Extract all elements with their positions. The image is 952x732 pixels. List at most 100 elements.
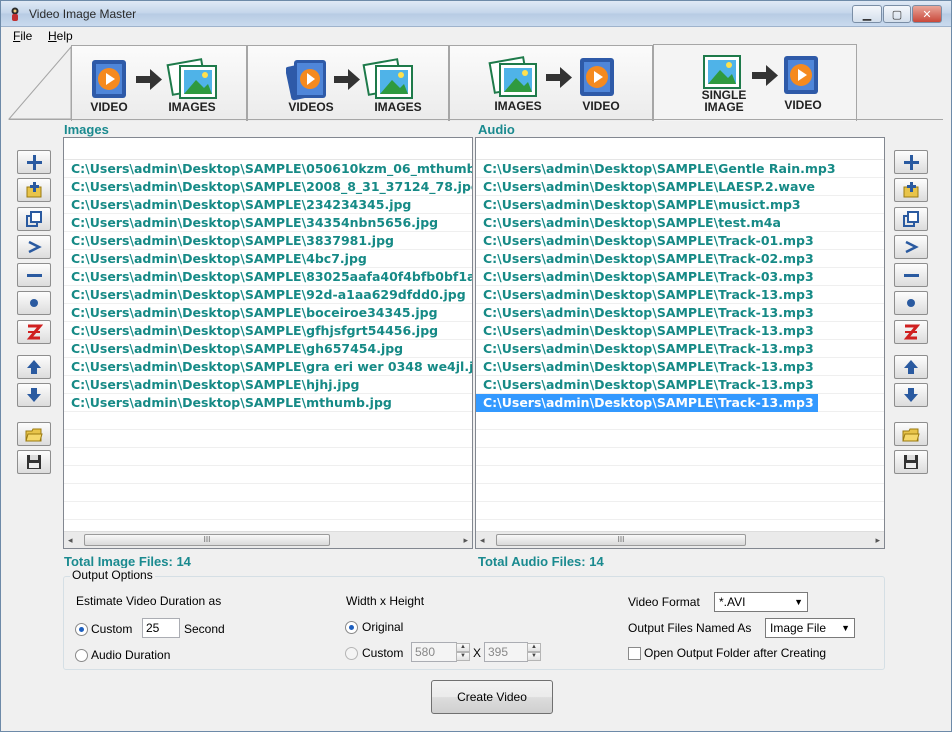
images-remove-button[interactable]: [17, 263, 51, 287]
audio-save-button[interactable]: [894, 450, 928, 474]
list-item[interactable]: C:\Users\admin\Desktop\SAMPLE\Track-13.m…: [476, 340, 884, 358]
list-item[interactable]: C:\Users\admin\Desktop\SAMPLE\4bc7.jpg: [64, 250, 472, 268]
scroll-left-icon[interactable]: ◂: [68, 535, 73, 546]
images-hscrollbar[interactable]: ◂ III ▸: [64, 531, 472, 548]
audio-duplicate-button[interactable]: [894, 207, 928, 231]
list-item[interactable]: C:\Users\admin\Desktop\SAMPLE\boceiroe34…: [64, 304, 472, 322]
audio-hscrollbar[interactable]: ◂ III ▸: [476, 531, 884, 548]
maximize-button[interactable]: ▢: [883, 5, 911, 23]
list-item[interactable]: C:\Users\admin\Desktop\SAMPLE\234234345.…: [64, 196, 472, 214]
tab3-left-label: IMAGES: [494, 99, 542, 113]
scroll-right-icon[interactable]: ▸: [875, 535, 880, 546]
size-custom-radio[interactable]: [345, 647, 358, 660]
list-item[interactable]: C:\Users\admin\Desktop\SAMPLE\34354nbn56…: [64, 214, 472, 232]
list-item-empty: [476, 430, 884, 448]
video-format-select[interactable]: *.AVI ▼: [714, 592, 808, 612]
images-move-up-button[interactable]: [17, 355, 51, 379]
width-input[interactable]: 580: [411, 642, 457, 662]
open-folder-checkbox[interactable]: [628, 647, 641, 660]
list-item[interactable]: C:\Users\admin\Desktop\SAMPLE\Track-13.m…: [476, 376, 884, 394]
naming-select[interactable]: Image File ▼: [765, 618, 855, 638]
audio-move-down-button[interactable]: [894, 383, 928, 407]
audio-list[interactable]: C:\Users\admin\Desktop\SAMPLE\Gentle Rai…: [475, 137, 885, 549]
list-item[interactable]: C:\Users\admin\Desktop\SAMPLE\Track-13.m…: [476, 394, 818, 412]
audio-add-folder-button[interactable]: [894, 178, 928, 202]
audio-forward-button[interactable]: [894, 235, 928, 259]
list-item[interactable]: C:\Users\admin\Desktop\SAMPLE\Track-01.m…: [476, 232, 884, 250]
create-video-button[interactable]: Create Video: [431, 680, 553, 714]
tab-images-to-video[interactable]: IMAGES VIDEO: [449, 45, 653, 121]
list-item[interactable]: C:\Users\admin\Desktop\SAMPLE\gfhjsfgrt5…: [64, 322, 472, 340]
audio-dot-button[interactable]: [894, 291, 928, 315]
tab-video-to-images[interactable]: VIDEO IMAGES: [71, 45, 247, 121]
audio-scroll-thumb[interactable]: III: [496, 534, 746, 546]
close-button[interactable]: ✕: [912, 5, 942, 23]
save-icon: [904, 455, 918, 469]
list-item[interactable]: C:\Users\admin\Desktop\SAMPLE\Track-13.m…: [476, 286, 884, 304]
open-folder-label[interactable]: Open Output Folder after Creating: [644, 646, 826, 660]
menu-bar: File Help: [1, 27, 951, 45]
list-item[interactable]: C:\Users\admin\Desktop\SAMPLE\83025aafa4…: [64, 268, 472, 286]
list-item[interactable]: C:\Users\admin\Desktop\SAMPLE\92d-a1aa62…: [64, 286, 472, 304]
list-item[interactable]: C:\Users\admin\Desktop\SAMPLE\Gentle Rai…: [476, 160, 884, 178]
scroll-right-icon[interactable]: ▸: [463, 535, 468, 546]
size-custom-label[interactable]: Custom: [362, 646, 403, 660]
images-icon: [362, 58, 413, 99]
tab-single-image-to-video[interactable]: SINGLE IMAGE VIDEO: [653, 44, 857, 121]
images-scroll-thumb[interactable]: III: [84, 534, 330, 546]
size-heading: Width x Height: [346, 594, 425, 608]
height-input[interactable]: 395: [484, 642, 528, 662]
images-dot-button[interactable]: [17, 291, 51, 315]
list-item[interactable]: C:\Users\admin\Desktop\SAMPLE\gh657454.j…: [64, 340, 472, 358]
images-forward-button[interactable]: [17, 235, 51, 259]
audio-move-up-button[interactable]: [894, 355, 928, 379]
audio-total-label: Total Audio Files: 14: [478, 554, 604, 569]
list-item[interactable]: C:\Users\admin\Desktop\SAMPLE\LAESP.2.wa…: [476, 178, 884, 196]
scroll-left-icon[interactable]: ◂: [480, 535, 485, 546]
audio-remove-button[interactable]: [894, 263, 928, 287]
menu-file[interactable]: File: [13, 29, 32, 43]
list-item[interactable]: C:\Users\admin\Desktop\SAMPLE\Track-13.m…: [476, 322, 884, 340]
list-item[interactable]: C:\Users\admin\Desktop\SAMPLE\test.m4a: [476, 214, 884, 232]
images-add-button[interactable]: [17, 150, 51, 174]
list-item[interactable]: C:\Users\admin\Desktop\SAMPLE\Track-03.m…: [476, 268, 884, 286]
menu-help[interactable]: Help: [48, 29, 73, 43]
duration-custom-label[interactable]: Custom: [91, 622, 132, 636]
audio-add-button[interactable]: [894, 150, 928, 174]
tab-videos-to-images[interactable]: VIDEOS IMAGES: [247, 45, 449, 121]
spin-down-icon[interactable]: ▼: [456, 652, 470, 661]
duration-seconds-input[interactable]: 25: [142, 618, 180, 638]
list-item[interactable]: C:\Users\admin\Desktop\SAMPLE\musict.mp3: [476, 196, 884, 214]
list-item[interactable]: C:\Users\admin\Desktop\SAMPLE\2008_8_31_…: [64, 178, 472, 196]
list-item[interactable]: C:\Users\admin\Desktop\SAMPLE\Track-13.m…: [476, 358, 884, 376]
images-duplicate-button[interactable]: [17, 207, 51, 231]
list-item[interactable]: C:\Users\admin\Desktop\SAMPLE\gra eri we…: [64, 358, 472, 376]
spin-up-icon[interactable]: ▲: [456, 643, 470, 652]
duration-custom-radio[interactable]: [75, 623, 88, 636]
duration-audio-label[interactable]: Audio Duration: [91, 648, 170, 662]
images-clear-all-button[interactable]: [17, 320, 51, 344]
size-original-radio[interactable]: [345, 621, 358, 634]
duration-audio-radio[interactable]: [75, 649, 88, 662]
list-item[interactable]: C:\Users\admin\Desktop\SAMPLE\050610kzm_…: [64, 160, 472, 178]
list-item[interactable]: C:\Users\admin\Desktop\SAMPLE\mthumb.jpg: [64, 394, 472, 412]
list-item[interactable]: C:\Users\admin\Desktop\SAMPLE\Track-13.m…: [476, 304, 884, 322]
list-item[interactable]: C:\Users\admin\Desktop\SAMPLE\hjhj.jpg: [64, 376, 472, 394]
images-add-folder-button[interactable]: [17, 178, 51, 202]
audio-open-folder-button[interactable]: [894, 422, 928, 446]
images-list[interactable]: C:\Users\admin\Desktop\SAMPLE\050610kzm_…: [63, 137, 473, 549]
width-spinner[interactable]: ▲ ▼: [456, 643, 470, 661]
images-open-folder-button[interactable]: [17, 422, 51, 446]
list-item[interactable]: C:\Users\admin\Desktop\SAMPLE\Track-02.m…: [476, 250, 884, 268]
menu-help-mnemonic: H: [48, 29, 57, 43]
images-move-down-button[interactable]: [17, 383, 51, 407]
images-save-button[interactable]: [17, 450, 51, 474]
height-spinner[interactable]: ▲ ▼: [527, 643, 541, 661]
list-item[interactable]: C:\Users\admin\Desktop\SAMPLE\3837981.jp…: [64, 232, 472, 250]
size-original-label[interactable]: Original: [362, 620, 403, 634]
spin-down-icon[interactable]: ▼: [527, 652, 541, 661]
spin-up-icon[interactable]: ▲: [527, 643, 541, 652]
audio-clear-all-button[interactable]: [894, 320, 928, 344]
minimize-button[interactable]: ▁: [852, 5, 882, 23]
audio-list-header: [476, 138, 884, 160]
